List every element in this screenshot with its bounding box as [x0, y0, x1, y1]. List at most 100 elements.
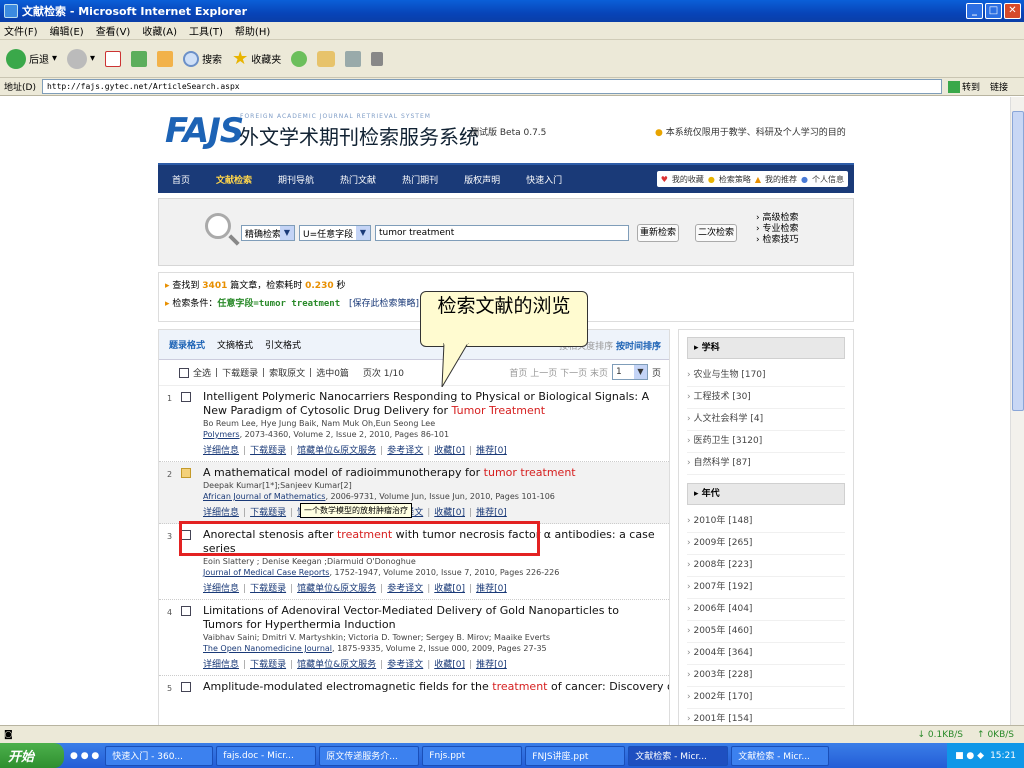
search-strategy-link[interactable]: 检索策略 — [719, 174, 751, 185]
menu-help[interactable]: 帮助(H) — [235, 23, 270, 38]
journal-link[interactable]: Polymers — [203, 430, 240, 439]
recommend-link[interactable]: 推荐[0] — [476, 584, 507, 594]
select-all-checkbox[interactable] — [179, 367, 189, 378]
expert-search-link[interactable]: › 专业检索 — [756, 224, 798, 235]
task-button[interactable]: 文献检索 - Micr... — [731, 745, 830, 766]
journal-link[interactable]: African Journal of Mathematics — [203, 492, 325, 501]
nav-hot-articles[interactable]: 热门文献 — [340, 173, 376, 186]
nav-copyright[interactable]: 版权声明 — [464, 173, 500, 186]
facet-item[interactable]: 2004年 [364] — [687, 643, 845, 665]
collect-link[interactable]: 收藏[0] — [434, 508, 465, 518]
year-header[interactable]: ▸ 年代 — [687, 483, 845, 505]
result-checkbox[interactable] — [181, 468, 191, 478]
result-checkbox[interactable] — [181, 682, 191, 692]
task-button[interactable]: 原文传递服务介... — [319, 745, 420, 766]
download-link[interactable]: 下载题录 — [250, 584, 286, 594]
stop-icon[interactable] — [105, 50, 122, 67]
menu-tools[interactable]: 工具(T) — [189, 23, 223, 38]
print-icon[interactable] — [345, 50, 362, 67]
vertical-scrollbar[interactable] — [1010, 97, 1024, 725]
menu-view[interactable]: 查看(V) — [96, 23, 131, 38]
back-button[interactable]: 后退 ▾ — [6, 48, 57, 69]
download-link[interactable]: 下载题录 — [250, 660, 286, 670]
facet-item[interactable]: 医药卫生 [3120] — [687, 431, 845, 453]
advanced-search-link[interactable]: › 高级检索 — [756, 213, 798, 224]
nav-home[interactable]: 首页 — [172, 173, 190, 186]
collect-link[interactable]: 收藏[0] — [434, 446, 465, 456]
page-nav-links[interactable]: 首页 上一页 下一页 末页 — [509, 366, 608, 379]
format-abstract-tab[interactable]: 文摘格式 — [217, 338, 253, 351]
nav-journals[interactable]: 期刊导航 — [278, 173, 314, 186]
format-brief-tab[interactable]: 题录格式 — [169, 338, 205, 351]
recommend-link[interactable]: 推荐[0] — [476, 446, 507, 456]
download-records[interactable]: 下载题录 — [222, 366, 258, 379]
detail-link[interactable]: 详细信息 — [203, 660, 239, 670]
task-button[interactable]: 文献检索 - Micr... — [628, 745, 729, 766]
menu-favorites[interactable]: 收藏(A) — [142, 23, 177, 38]
collect-link[interactable]: 收藏[0] — [434, 584, 465, 594]
select-all-label[interactable]: 全选 — [193, 366, 211, 379]
facet-item[interactable]: 2009年 [265] — [687, 533, 845, 555]
facet-item[interactable]: 人文社会科学 [4] — [687, 409, 845, 431]
close-button[interactable]: ✕ — [1004, 3, 1021, 19]
mail-icon[interactable] — [317, 50, 336, 67]
minimize-button[interactable]: _ — [966, 3, 983, 19]
format-citation-tab[interactable]: 引文格式 — [265, 338, 301, 351]
my-favorites-link[interactable]: 我的收藏 — [672, 174, 704, 185]
result-title[interactable]: A mathematical model of radioimmunothera… — [203, 466, 661, 480]
task-button[interactable]: fajs.doc - Micr... — [216, 745, 317, 766]
facet-item[interactable]: 工程技术 [30] — [687, 387, 845, 409]
task-button[interactable]: FNJS讲座.ppt — [525, 745, 626, 766]
holdings-link[interactable]: 馆藏单位&原文服务 — [297, 584, 376, 594]
facet-item[interactable]: 自然科学 [87] — [687, 453, 845, 475]
scrollbar-thumb[interactable] — [1012, 111, 1024, 411]
facet-item[interactable]: 2007年 [192] — [687, 577, 845, 599]
forward-button[interactable]: ▾ — [67, 48, 95, 69]
detail-link[interactable]: 详细信息 — [203, 508, 239, 518]
journal-link[interactable]: Journal of Medical Case Reports — [203, 568, 329, 577]
result-title[interactable]: Amplitude-modulated electromagnetic fiel… — [203, 680, 669, 694]
facet-item[interactable]: 2005年 [460] — [687, 621, 845, 643]
collect-link[interactable]: 收藏[0] — [434, 660, 465, 670]
refresh-icon[interactable] — [131, 50, 148, 67]
search-mode-select[interactable]: 精确检索 ▼ — [241, 225, 295, 241]
download-link[interactable]: 下载题录 — [250, 508, 286, 518]
result-title[interactable]: Limitations of Adenoviral Vector-Mediate… — [203, 604, 661, 632]
second-search-button[interactable]: 二次检索 — [695, 224, 737, 242]
page-select[interactable]: 1 ▼ — [611, 364, 648, 380]
nav-article-search[interactable]: 文献检索 — [216, 173, 252, 186]
nav-quickstart[interactable]: 快速入门 — [526, 173, 562, 186]
detail-link[interactable]: 详细信息 — [203, 584, 239, 594]
profile-link[interactable]: 个人信息 — [812, 174, 844, 185]
translation-link[interactable]: 参考译文 — [387, 446, 423, 456]
nav-hot-journals[interactable]: 热门期刊 — [402, 173, 438, 186]
translation-link[interactable]: 参考译文 — [387, 584, 423, 594]
go-button[interactable]: 转到 — [947, 80, 980, 93]
recommend-link[interactable]: 推荐[0] — [476, 660, 507, 670]
history-icon[interactable] — [291, 50, 308, 67]
task-button[interactable]: 快速入门 - 360... — [105, 745, 214, 766]
journal-link[interactable]: The Open Nanomedicine Journal — [203, 644, 332, 653]
fetch-fulltext[interactable]: 索取原文 — [269, 366, 305, 379]
detail-link[interactable]: 详细信息 — [203, 446, 239, 456]
translation-link[interactable]: 参考译文 — [387, 660, 423, 670]
tray-icons[interactable]: ■ ● ◆ — [955, 751, 984, 761]
menu-file[interactable]: 文件(F) — [4, 23, 38, 38]
search-button[interactable]: 搜索 — [183, 50, 222, 67]
facet-item[interactable]: 2001年 [154] — [687, 709, 845, 725]
search-field-select[interactable]: U=任意字段 ▼ — [299, 225, 371, 241]
task-button[interactable]: Fnjs.ppt — [422, 745, 523, 766]
result-checkbox[interactable] — [181, 606, 191, 616]
quicklaunch-icons[interactable]: ● ● ● — [70, 751, 99, 761]
start-button[interactable]: 开始 — [0, 743, 64, 768]
research-button[interactable]: 重新检索 — [637, 224, 679, 242]
search-input[interactable]: tumor treatment — [375, 225, 629, 241]
favorites-button[interactable]: ★ 收藏夹 — [232, 48, 281, 69]
facet-item[interactable]: 农业与生物 [170] — [687, 365, 845, 387]
facet-item[interactable]: 2006年 [404] — [687, 599, 845, 621]
download-link[interactable]: 下载题录 — [250, 446, 286, 456]
holdings-link[interactable]: 馆藏单位&原文服务 — [297, 660, 376, 670]
facet-item[interactable]: 2002年 [170] — [687, 687, 845, 709]
subject-header[interactable]: ▸ 学科 — [687, 337, 845, 359]
save-strategy-link[interactable]: [保存此检索策略] — [349, 299, 419, 309]
